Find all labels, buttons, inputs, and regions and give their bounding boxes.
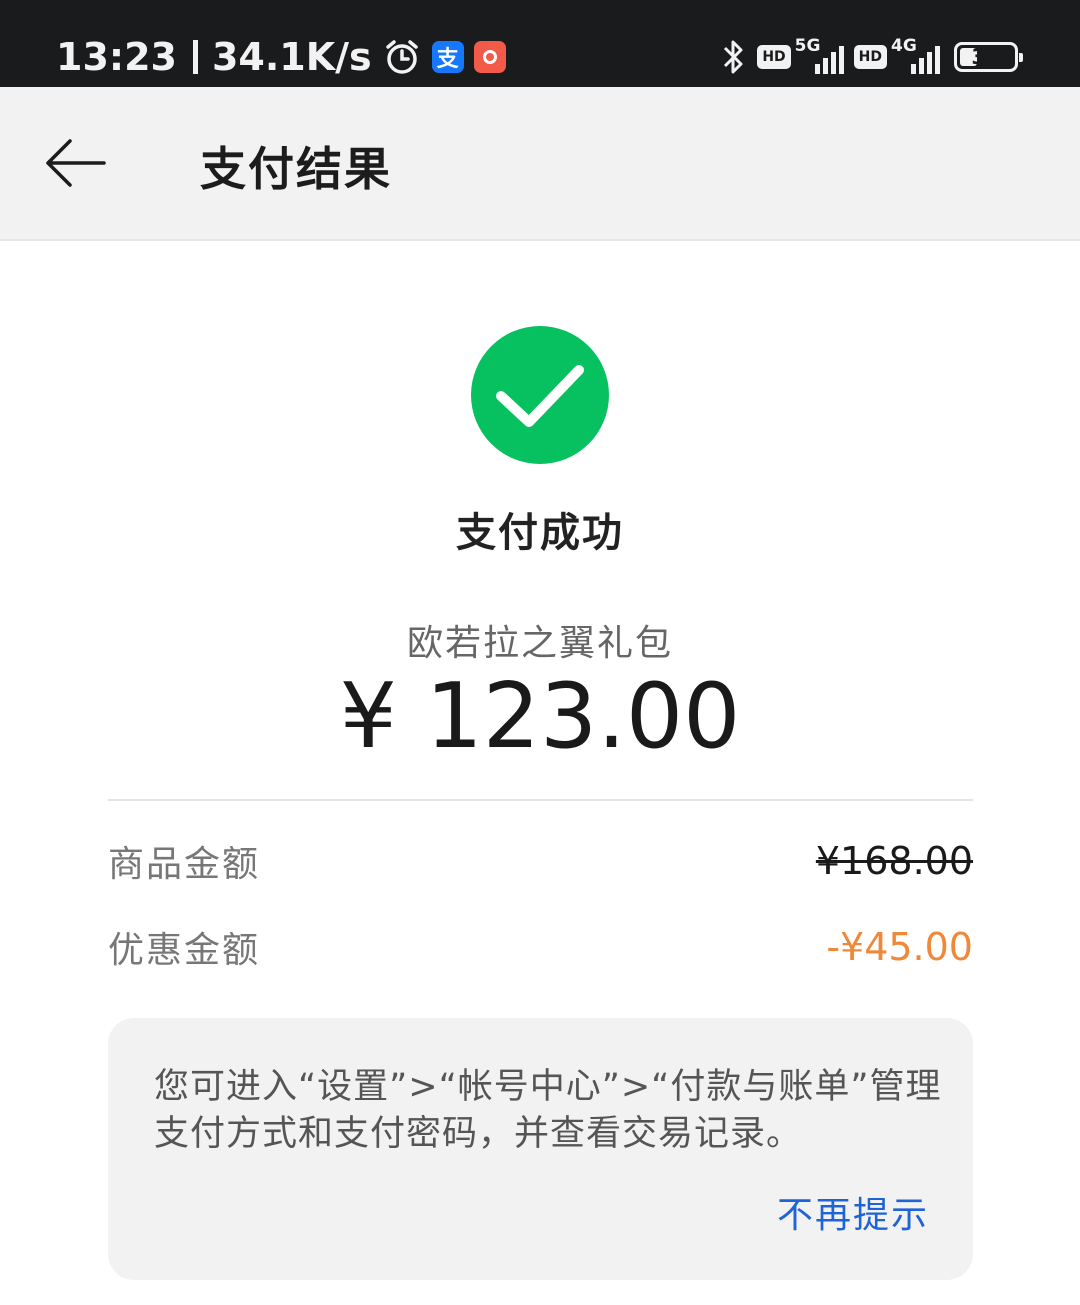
signal-4g-icon: 4G <box>891 36 940 74</box>
product-name: 欧若拉之翼礼包 <box>406 623 673 664</box>
dismiss-tip-link[interactable]: 不再提示 <box>777 1186 929 1238</box>
watch-app-icon <box>473 41 506 73</box>
success-check-icon <box>471 326 609 464</box>
app-header: 支付结果 <box>0 87 1080 241</box>
signal-5g-label: 5G <box>794 36 821 56</box>
status-bar: 13:23 34.1K/s 支 HD 5G HD 4G 32 <box>0 0 1080 87</box>
payment-status: 支付成功 <box>456 510 624 556</box>
status-separator <box>192 40 198 74</box>
hd-icon-2: HD <box>853 45 887 69</box>
info-text: 您可进入“设置”>“帐号中心”>“付款与账单”管理支付方式和支付密码，并查看交易… <box>154 1067 942 1154</box>
battery-icon: 32 <box>954 42 1023 72</box>
signal-4g-label: 4G <box>891 36 917 56</box>
back-button[interactable] <box>40 133 110 193</box>
network-speed: 34.1K/s <box>211 35 372 79</box>
detail-row-original-price: 商品金额 ¥168.00 <box>108 836 973 886</box>
discount-amount: -¥45.00 <box>826 925 973 969</box>
battery-level: 32 <box>971 45 1001 69</box>
hd-icon: HD <box>757 45 791 69</box>
status-bar-right: HD 5G HD 4G 32 <box>711 30 1023 84</box>
page-title: 支付结果 <box>200 142 392 196</box>
detail-label: 优惠金额 <box>108 930 261 971</box>
alarm-icon <box>382 37 422 77</box>
divider <box>108 799 973 801</box>
detail-row-discount: 优惠金额 -¥45.00 <box>108 922 973 972</box>
paid-amount: ¥ 123.00 <box>339 664 741 769</box>
detail-label: 商品金额 <box>108 844 261 885</box>
info-card: 您可进入“设置”>“帐号中心”>“付款与账单”管理支付方式和支付密码，并查看交易… <box>108 1018 973 1280</box>
arrow-left-icon <box>46 139 106 187</box>
alipay-icon: 支 <box>431 41 464 73</box>
original-price: ¥168.00 <box>815 839 973 883</box>
signal-5g-icon: 5G <box>795 36 844 74</box>
status-time: 13:23 <box>56 35 177 79</box>
bluetooth-icon <box>721 38 747 76</box>
status-bar-left: 13:23 34.1K/s 支 <box>56 30 506 84</box>
